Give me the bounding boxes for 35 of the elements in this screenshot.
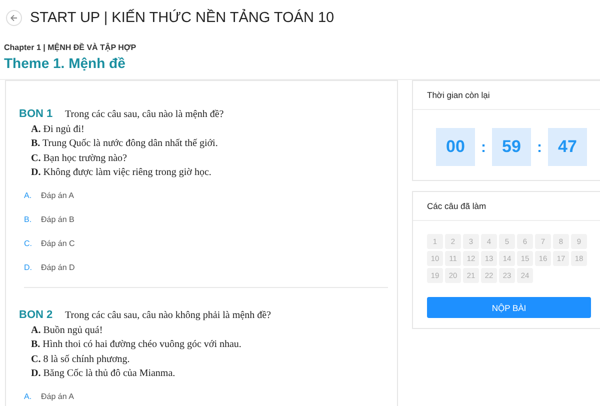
statement: B. Hình thoi có hai đường chéo vuông góc với nhau. xyxy=(30,339,242,350)
submit-button[interactable]: NỘP BÀI xyxy=(427,297,591,318)
card-title: Thời gian còn lại xyxy=(413,81,600,110)
statement: A. Đi ngủ đi! xyxy=(30,124,86,134)
statement: A. Buồn ngủ quá! xyxy=(30,324,104,336)
theme-title: Theme 1. Mệnh đề xyxy=(3,54,126,73)
statement: C. Bạn học trường nào? xyxy=(30,152,128,164)
statement: B. Trung Quốc là nước đông dân nhất thế giới. xyxy=(30,138,219,149)
card-title: Các câu đã làm xyxy=(413,192,600,221)
statement: C. 8 là số chính phương. xyxy=(30,354,131,364)
option-label[interactable]: Đáp án A xyxy=(41,191,74,200)
option-label[interactable]: Đáp án B xyxy=(41,215,74,224)
option-letter[interactable]: D. xyxy=(24,263,31,272)
chapter-label: Chapter 1 | MỆNH ĐỀ VÀ TẬP HỢP xyxy=(3,42,138,52)
question-number: BON 1 xyxy=(19,108,54,120)
back-button[interactable] xyxy=(6,10,22,26)
page-title: START UP | KIẾN THỨC NỀN TẢNG TOÁN 10 xyxy=(30,10,334,26)
question-number: BON 2 xyxy=(19,309,54,321)
option-letter[interactable]: A. xyxy=(24,392,31,401)
option-letter[interactable]: C. xyxy=(24,239,31,248)
question-prompt: Trong các câu sau, câu nào không phải là mệnh đề? xyxy=(65,310,271,321)
question-prompt: Trong các câu sau, câu nào là mệnh đề? xyxy=(65,109,224,120)
time-separator: : xyxy=(537,138,542,156)
statement: D. Không được làm việc riêng trong giờ học. xyxy=(30,167,212,178)
hours-display: 00 xyxy=(436,128,475,166)
minutes-display: 59 xyxy=(492,128,531,166)
option-label[interactable]: Đáp án D xyxy=(41,263,75,272)
option-letter[interactable]: B. xyxy=(24,215,31,224)
statement: D. Băng Cốc là thủ đô của Mianma. xyxy=(30,368,176,379)
time-separator: : xyxy=(481,138,486,156)
option-label[interactable]: Đáp án C xyxy=(41,239,75,248)
option-label[interactable]: Đáp án A xyxy=(41,392,74,401)
arrow-left-icon xyxy=(10,14,18,22)
option-letter[interactable]: A. xyxy=(24,191,31,200)
seconds-display: 47 xyxy=(548,128,587,166)
